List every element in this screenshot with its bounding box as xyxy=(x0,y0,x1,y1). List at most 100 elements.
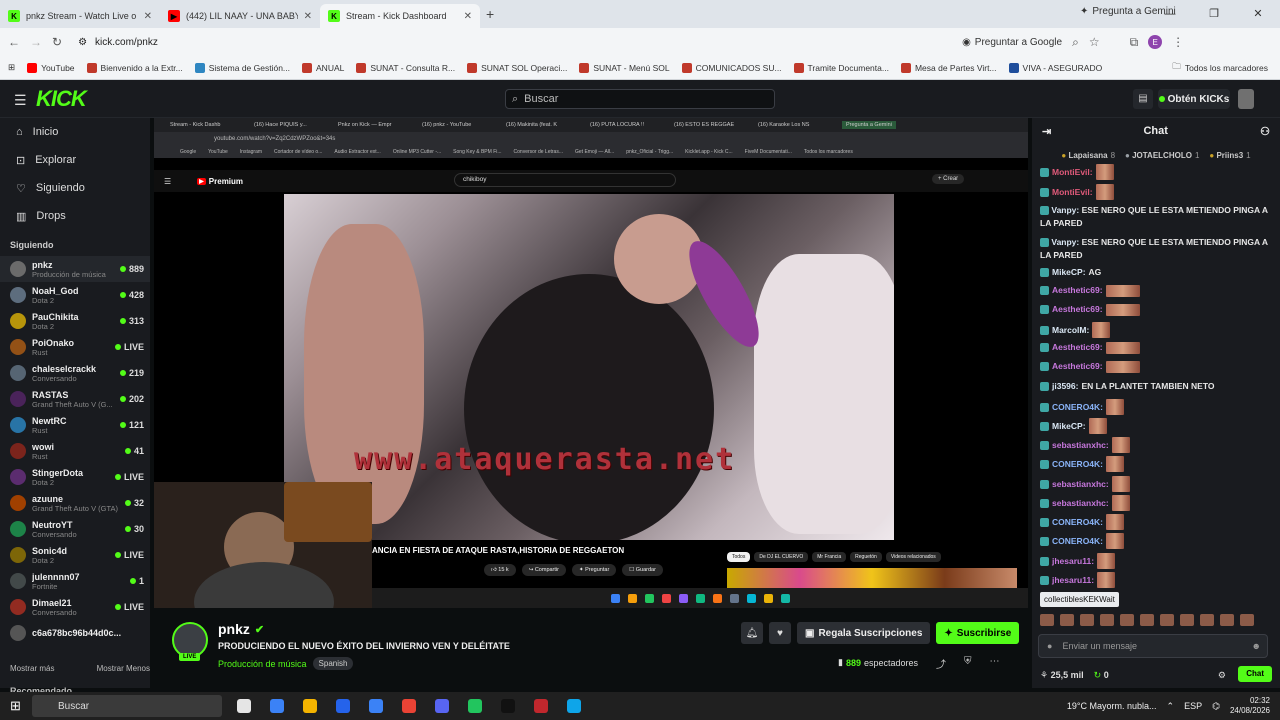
taskbar-app[interactable] xyxy=(464,695,486,717)
emote-button[interactable] xyxy=(1140,614,1154,626)
followed-channel[interactable]: NeutroYT Conversando 30 xyxy=(0,516,150,542)
emote-button[interactable] xyxy=(1060,614,1074,626)
user-avatar[interactable] xyxy=(1238,89,1254,109)
browser-tab[interactable]: Kpnkz Stream - Watch Live o ✕ xyxy=(0,4,160,28)
bookmark-item[interactable]: Mesa de Partes Virt... xyxy=(900,62,997,73)
chat-username[interactable]: ji3596: xyxy=(1052,380,1078,393)
chat-username[interactable]: MontiEvil: xyxy=(1052,166,1093,179)
bell-icon[interactable]: 🔔︎ xyxy=(741,622,763,644)
shield-icon[interactable]: ⛨ xyxy=(964,656,972,671)
clock[interactable]: 02:32 24/08/2026 xyxy=(1230,696,1270,716)
followed-channel[interactable]: StingerDota Dota 2 LIVE xyxy=(0,464,150,490)
chat-input[interactable]: ● Enviar un mensaje ☻ xyxy=(1038,634,1268,658)
collapse-chat-icon[interactable]: ⇥ xyxy=(1042,125,1051,138)
apps-grid-icon[interactable]: ⊞ xyxy=(8,62,15,73)
followed-channel[interactable]: PoiOnako Rust LIVE xyxy=(0,334,150,360)
close-tab-icon[interactable]: ✕ xyxy=(144,11,152,22)
share-icon[interactable]: ⤴ xyxy=(936,656,946,671)
streamer-name[interactable]: pnkz ✔ xyxy=(218,621,264,637)
weather-widget[interactable]: 19°C Mayorm. nubla... xyxy=(1067,701,1157,711)
users-icon[interactable]: ⚇ xyxy=(1260,125,1270,138)
close-tab-icon[interactable]: ✕ xyxy=(304,11,312,22)
chat-username[interactable]: CONERO4K: xyxy=(1052,458,1103,471)
taskbar-app[interactable] xyxy=(233,695,255,717)
send-chat-button[interactable]: Chat xyxy=(1238,666,1272,682)
bookmark-item[interactable]: SUNAT SOL Operaci... xyxy=(467,62,567,73)
chat-username[interactable]: sebastianxhc: xyxy=(1052,497,1109,510)
chat-username[interactable]: MontiEvil: xyxy=(1052,186,1093,199)
search-input[interactable]: ⌕ Buscar xyxy=(505,89,775,109)
chat-username[interactable]: sebastianxhc: xyxy=(1052,439,1109,452)
emote-button[interactable] xyxy=(1240,614,1254,626)
all-bookmarks[interactable]: 🗀︎ Todos los marcadores xyxy=(1172,61,1268,75)
nav-siguiendo[interactable]: ♡ Siguiendo xyxy=(0,174,150,202)
video-player[interactable]: Stream - Kick Dashb (16) Hace PIQUIS y...… xyxy=(154,118,1028,608)
chat-username[interactable]: CONERO4K: xyxy=(1052,516,1103,529)
show-less-button[interactable]: Mostrar Menos xyxy=(97,664,150,673)
more-icon[interactable]: ⋯ xyxy=(990,656,1000,671)
channel-points[interactable]: ↻ 0 xyxy=(1094,670,1109,681)
network-icon[interactable]: ⌬ xyxy=(1212,701,1220,712)
extensions-icon[interactable]: ⧉ xyxy=(1130,35,1139,50)
language-indicator[interactable]: ESP xyxy=(1184,701,1202,711)
nav-explorar[interactable]: ⊡ Explorar xyxy=(0,146,150,174)
emote-button[interactable] xyxy=(1160,614,1174,626)
language-tag[interactable]: Spanish xyxy=(312,657,354,670)
followed-channel[interactable]: NewtRC Rust 121 xyxy=(0,412,150,438)
followed-channel[interactable]: chaleselcrackk Conversando 219 xyxy=(0,360,150,386)
taskbar-app[interactable] xyxy=(266,695,288,717)
chat-username[interactable]: MikeCP: xyxy=(1052,420,1086,433)
bookmark-item[interactable]: ANUAL xyxy=(302,62,344,73)
emote-button[interactable] xyxy=(1080,614,1094,626)
gift-subs-button[interactable]: ▣ Regala Suscripciones xyxy=(797,622,931,644)
chat-username[interactable]: jhesaru11: xyxy=(1052,574,1094,587)
followed-channel[interactable]: julennnn07 Fortnite 1 xyxy=(0,568,150,594)
bookmark-item[interactable]: VIVA - ASEGURADO xyxy=(1008,62,1102,73)
nav-drops[interactable]: ▥ Drops xyxy=(0,202,150,230)
emote-button[interactable] xyxy=(1040,614,1054,626)
star-icon[interactable]: ☆ xyxy=(1089,35,1100,49)
followed-channel[interactable]: RASTAS Grand Theft Auto V (G... 202 xyxy=(0,386,150,412)
taskbar-app[interactable] xyxy=(530,695,552,717)
close-tab-icon[interactable]: ✕ xyxy=(464,11,472,22)
chat-username[interactable]: Aesthetic69: xyxy=(1052,360,1103,373)
emote-button[interactable] xyxy=(1120,614,1134,626)
chat-username[interactable]: sebastianxhc: xyxy=(1052,478,1109,491)
chat-username[interactable]: Aesthetic69: xyxy=(1052,303,1103,316)
maximize-icon[interactable]: ❐ xyxy=(1192,0,1236,28)
taskbar-app[interactable] xyxy=(563,695,585,717)
taskbar-app[interactable] xyxy=(431,695,453,717)
followed-channel[interactable]: Dimael21 Conversando LIVE xyxy=(0,594,150,620)
taskbar-app[interactable] xyxy=(299,695,321,717)
emote-button[interactable] xyxy=(1100,614,1114,626)
bookmark-item[interactable]: Bienvenido a la Extr... xyxy=(86,62,183,73)
minimize-icon[interactable]: — xyxy=(1148,0,1192,28)
followed-channel[interactable]: azuune Grand Theft Auto V (GTA) 32 xyxy=(0,490,150,516)
bookmark-item[interactable]: YouTube xyxy=(27,62,75,73)
followed-channel[interactable]: NoaH_God Dota 2 428 xyxy=(0,282,150,308)
settings-icon[interactable]: ⚙ xyxy=(1218,670,1226,681)
chat-username[interactable]: Aesthetic69: xyxy=(1052,341,1103,354)
followed-channel[interactable]: wowi Rust 41 xyxy=(0,438,150,464)
subscribe-button[interactable]: ✦ Suscribirse xyxy=(936,622,1020,644)
theater-mode-icon[interactable]: ▤ xyxy=(1133,89,1153,109)
site-info-icon[interactable]: ⚙ xyxy=(78,37,87,48)
heart-icon[interactable]: ♥ xyxy=(769,622,791,644)
bookmark-item[interactable]: Sistema de Gestión... xyxy=(194,62,290,73)
bookmark-item[interactable]: COMUNICADOS SU... xyxy=(681,62,782,73)
back-icon[interactable]: ← xyxy=(8,35,20,49)
url-input[interactable]: ⚙ kick.com/pnkz xyxy=(72,31,952,53)
chat-username[interactable]: jhesaru11: xyxy=(1052,555,1094,568)
emote-badge-icon[interactable]: ● xyxy=(1047,641,1052,651)
emote-button[interactable] xyxy=(1180,614,1194,626)
chat-username[interactable]: CONERO4K: xyxy=(1052,535,1103,548)
taskbar-app[interactable] xyxy=(332,695,354,717)
chat-username[interactable]: CONERO4K: xyxy=(1052,401,1103,414)
taskbar-search[interactable]: Buscar xyxy=(32,695,222,717)
google-lens-button[interactable]: ◉ Preguntar a Google xyxy=(962,37,1062,48)
zoom-icon[interactable]: ⌕ xyxy=(1072,35,1079,50)
kicks-balance[interactable]: ⚘ 25,5 mil xyxy=(1040,670,1084,681)
bookmark-item[interactable]: Tramite Documenta... xyxy=(793,62,889,73)
chat-username[interactable]: MarcolM: xyxy=(1052,324,1089,337)
profile-avatar[interactable]: E xyxy=(1148,35,1163,49)
